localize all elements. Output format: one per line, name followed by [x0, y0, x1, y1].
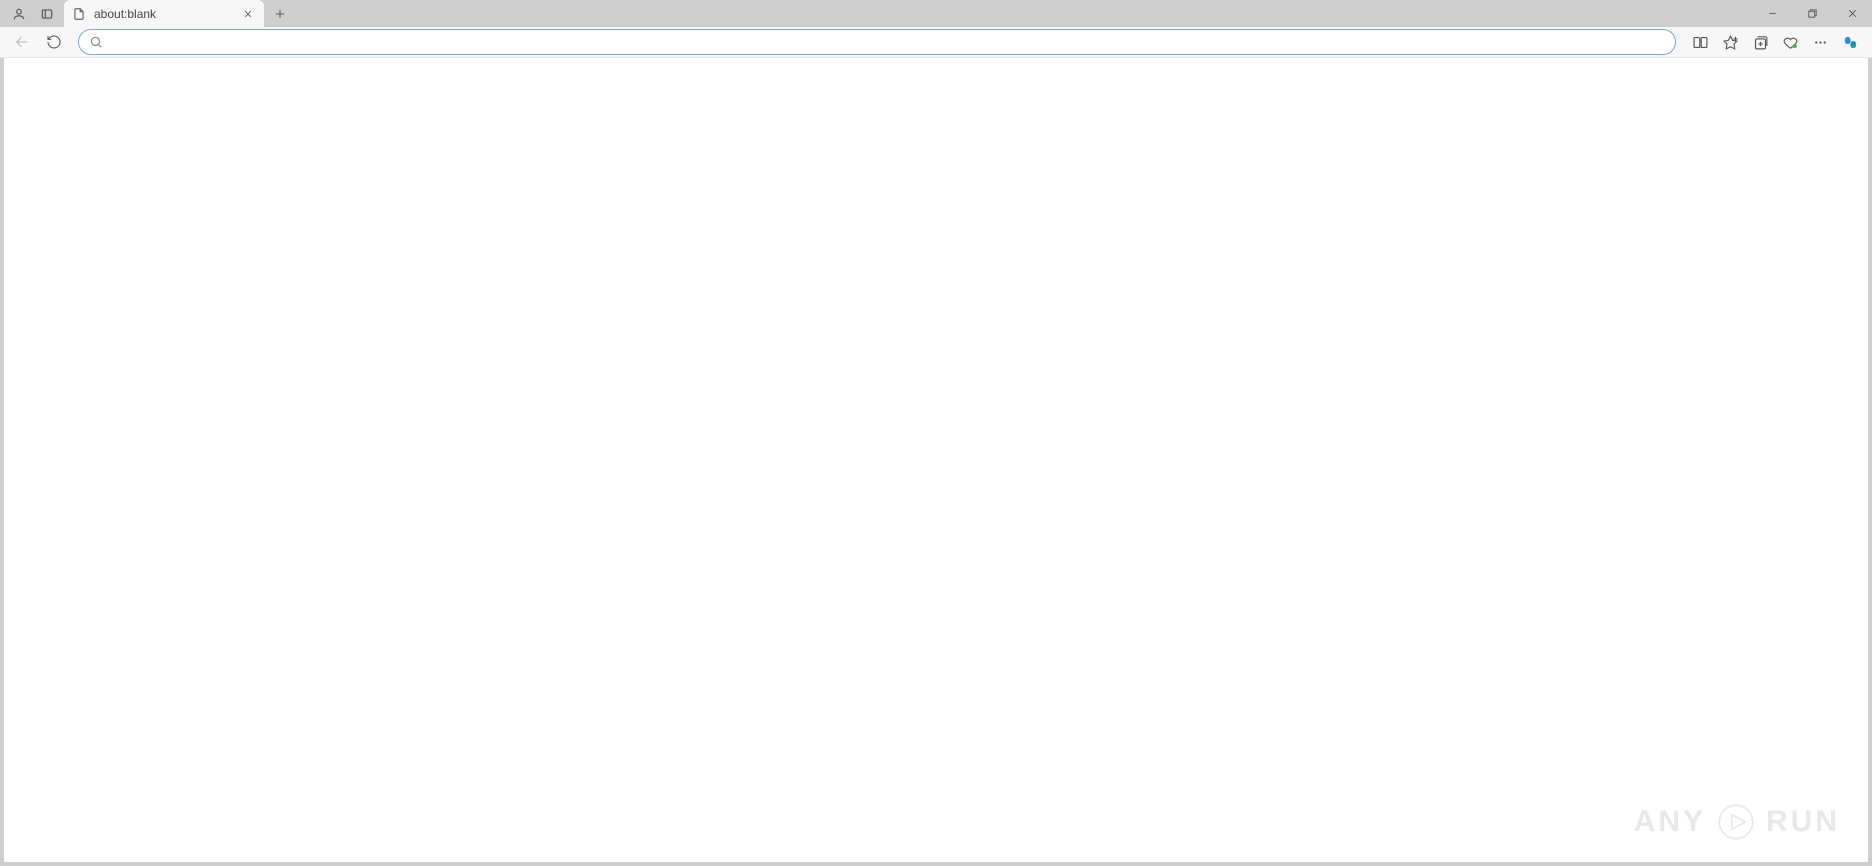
address-input[interactable]: [111, 35, 1665, 50]
close-window-button[interactable]: [1832, 0, 1872, 27]
star-plus-icon: [1722, 34, 1739, 51]
watermark-play: [1716, 802, 1756, 842]
person-icon: [12, 7, 26, 21]
refresh-icon: [46, 34, 62, 50]
arrow-left-icon: [14, 34, 30, 50]
split-screen-button[interactable]: [1686, 28, 1714, 56]
page-icon: [72, 7, 86, 21]
copilot-icon: [1842, 34, 1859, 51]
back-button[interactable]: [8, 28, 36, 56]
maximize-button[interactable]: [1792, 0, 1832, 27]
address-bar[interactable]: [78, 29, 1676, 55]
collections-button[interactable]: [1746, 28, 1774, 56]
plus-icon: [274, 8, 286, 20]
browser-window: about:blank: [0, 0, 1872, 866]
play-circle-icon: [1716, 802, 1756, 842]
profile-button[interactable]: [6, 0, 32, 27]
settings-more-button[interactable]: [1806, 28, 1834, 56]
more-horizontal-icon: [1812, 34, 1829, 51]
tab-actions-button[interactable]: [34, 0, 60, 27]
tab-strip-left: [6, 0, 60, 27]
watermark: ANY RUN: [1634, 802, 1840, 842]
refresh-button[interactable]: [40, 28, 68, 56]
toolbar-right: [1686, 28, 1864, 56]
tab-strip: about:blank: [0, 0, 1872, 27]
heart-pulse-icon: [1782, 34, 1799, 51]
minimize-button[interactable]: [1752, 0, 1792, 27]
toolbar: [0, 27, 1872, 58]
tab-actions-icon: [40, 7, 54, 21]
tab-title: about:blank: [94, 7, 232, 21]
browser-tab[interactable]: about:blank: [64, 0, 264, 27]
close-icon: [1847, 8, 1858, 19]
watermark-right-text: RUN: [1766, 805, 1840, 839]
copilot-button[interactable]: [1836, 28, 1864, 56]
search-icon: [89, 35, 103, 49]
close-tab-button[interactable]: [240, 6, 256, 22]
collections-icon: [1752, 34, 1769, 51]
minimize-icon: [1767, 8, 1778, 19]
new-tab-button[interactable]: [266, 0, 294, 27]
browser-essentials-button[interactable]: [1776, 28, 1804, 56]
window-controls: [1752, 0, 1872, 27]
page-content: ANY RUN: [0, 58, 1872, 866]
split-screen-icon: [1692, 34, 1709, 51]
close-icon: [243, 9, 253, 19]
watermark-left-text: ANY: [1634, 805, 1706, 839]
favorites-button[interactable]: [1716, 28, 1744, 56]
maximize-icon: [1807, 8, 1818, 19]
